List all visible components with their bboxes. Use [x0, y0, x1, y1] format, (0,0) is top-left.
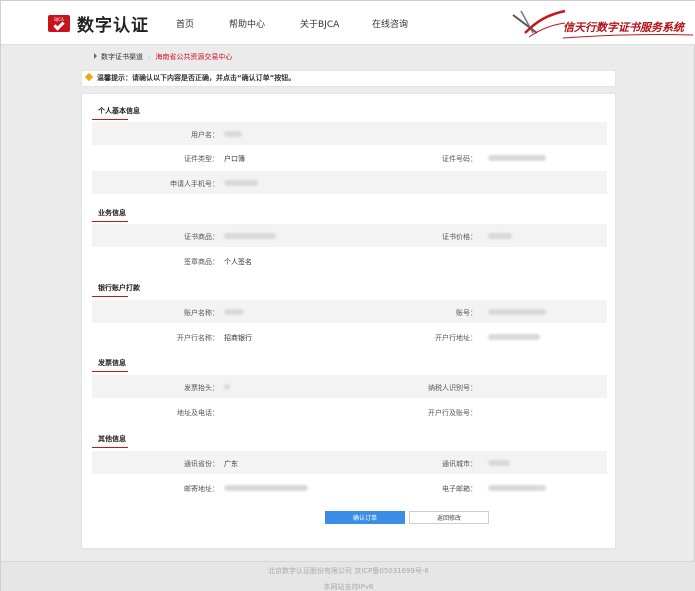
form-row-cert: 证件类型： 户口簿 证件号码：	[92, 146, 607, 169]
phone-label: 申请人手机号：	[170, 180, 219, 188]
section-underline	[92, 296, 128, 297]
invoice-title-value-redacted	[224, 384, 230, 390]
section-underline	[92, 371, 128, 372]
tax-id-label: 纳税人识别号：	[428, 384, 477, 392]
seal-value: 个人签名	[224, 258, 252, 266]
section-underline	[92, 119, 128, 120]
bank-name-label: 开户行名称：	[177, 334, 219, 342]
page-frame: BJCA 数字认证 首页 帮助中心 关于BJCA 在线咨询 信天行数字证书服务系…	[0, 0, 695, 591]
price-value-redacted	[488, 233, 512, 239]
section-underline	[92, 221, 128, 222]
form-row-bank: 开户行名称： 招商银行 开户行地址：	[92, 325, 607, 348]
section-title-other: 其他信息	[98, 435, 126, 443]
brand-underline	[563, 34, 693, 39]
account-name-label: 账户名称：	[184, 309, 219, 317]
bank-account-label: 开户行及账号：	[428, 409, 477, 417]
product-value-redacted	[224, 233, 276, 239]
form-row-province: 通讯省份： 广东 通讯城市：	[92, 451, 607, 474]
seal-label: 签章商品：	[184, 258, 219, 266]
form-row-product: 证书商品： 证书价格：	[92, 224, 607, 247]
notice-tip: 温馨提示：请确认以下内容是否正确，并点击“确认订单”按钮。	[81, 70, 616, 87]
email-value-redacted	[488, 485, 546, 491]
nav-item-about[interactable]: 关于BJCA	[300, 17, 339, 30]
form-row-account: 账户名称： 账号：	[92, 300, 607, 323]
cert-type-value: 户口簿	[224, 155, 245, 163]
form-row-invoice-address: 地址及电话： 开户行及账号：	[92, 400, 607, 423]
section-underline	[92, 447, 128, 448]
postal-addr-label: 邮寄地址：	[184, 485, 219, 493]
section-title-bank: 银行账户打款	[98, 284, 140, 292]
section-title-business: 业务信息	[98, 209, 126, 217]
postal-addr-value-redacted	[224, 485, 308, 491]
footer-ipv6: 本网站支持IPv6	[323, 583, 374, 591]
cert-no-value-redacted	[488, 155, 546, 161]
invoice-title-label: 发票抬头：	[184, 384, 219, 392]
account-no-value-redacted	[488, 309, 546, 315]
back-edit-button[interactable]: 返回修改	[409, 511, 489, 524]
address-phone-label: 地址及电话：	[177, 409, 219, 417]
form-row-invoice-title: 发票抬头： 纳税人识别号：	[92, 375, 607, 398]
bank-name-value: 招商银行	[224, 334, 252, 342]
form-row-username: 用户名：	[92, 122, 607, 145]
order-confirm-card: 个人基本信息 用户名： 证件类型： 户口簿 证件号码： 申请人手机号： 业务信息…	[81, 93, 616, 549]
email-label: 电子邮箱：	[442, 485, 477, 493]
nav-item-consult[interactable]: 在线咨询	[372, 17, 408, 30]
province-value: 广东	[224, 460, 238, 468]
username-label: 用户名：	[191, 131, 219, 139]
brand-slogan: 信天行数字证书服务系统	[563, 21, 684, 34]
brand-swoosh-icon	[512, 9, 566, 38]
form-row-postal: 邮寄地址： 电子邮箱：	[92, 476, 607, 499]
bank-addr-value-redacted	[488, 334, 540, 340]
breadcrumb: 数字证书渠道: 海南省公共资源交易中心	[94, 52, 232, 62]
nav-item-home[interactable]: 首页	[176, 17, 194, 30]
price-label: 证书价格：	[442, 233, 477, 241]
breadcrumb-arrow-icon	[94, 53, 97, 59]
confirm-order-button[interactable]: 确认订单	[325, 511, 405, 524]
tip-text: 请确认以下内容是否正确，并点击“确认订单”按钮。	[132, 74, 296, 82]
username-value-redacted	[224, 131, 242, 137]
account-name-value-redacted	[224, 309, 244, 315]
form-row-phone: 申请人手机号：	[92, 171, 607, 194]
breadcrumb-current[interactable]: 海南省公共资源交易中心	[155, 53, 232, 61]
city-value-redacted	[488, 460, 510, 466]
footer-copyright: 北京数字认证股份有限公司 京ICP备05031699号-6	[267, 567, 429, 575]
cert-type-label: 证件类型：	[184, 155, 219, 163]
account-no-label: 账号：	[456, 309, 477, 317]
bank-addr-label: 开户行地址：	[435, 334, 477, 342]
breadcrumb-separator: :	[148, 53, 151, 61]
site-footer: 北京数字认证股份有限公司 京ICP备05031699号-6 本网站支持IPv6	[1, 561, 695, 591]
product-label: 证书商品：	[184, 233, 219, 241]
cert-no-label: 证件号码：	[442, 155, 477, 163]
province-label: 通讯省份：	[184, 460, 219, 468]
tip-prefix: 温馨提示：	[97, 74, 132, 82]
section-title-invoice: 发票信息	[98, 359, 126, 367]
nav-item-help[interactable]: 帮助中心	[229, 17, 265, 30]
brand-banner: 信天行数字证书服务系统	[507, 7, 695, 41]
section-title-personal: 个人基本信息	[98, 107, 140, 115]
tip-diamond-icon	[84, 72, 94, 82]
form-row-seal: 签章商品： 个人签名	[92, 249, 607, 272]
city-label: 通讯城市：	[442, 460, 477, 468]
phone-value-redacted	[224, 180, 258, 186]
site-header: BJCA 数字认证 首页 帮助中心 关于BJCA 在线咨询 信天行数字证书服务系…	[1, 1, 695, 45]
breadcrumb-label: 数字证书渠道	[101, 53, 143, 61]
